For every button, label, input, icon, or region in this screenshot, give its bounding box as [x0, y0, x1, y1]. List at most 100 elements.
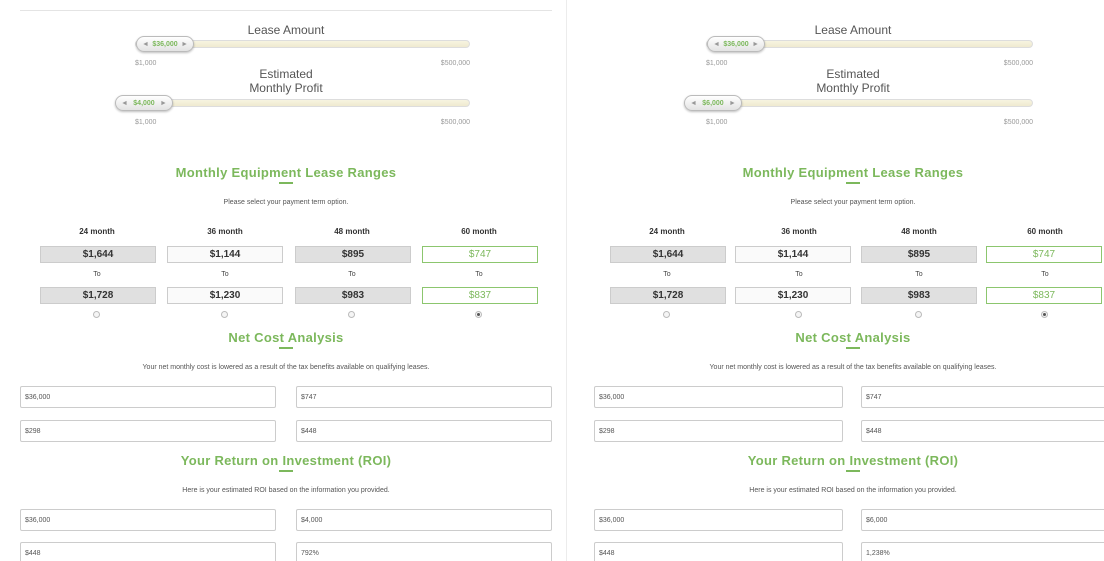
arrow-right-icon: ►: [160, 99, 167, 107]
lease-amount-title: Lease Amount: [814, 23, 892, 37]
to-label: To: [348, 271, 356, 278]
calculator-panel-right: Lease Amount ◄ $36,000 ► $1,000 $500,000 Estim…: [566, 0, 1104, 561]
monthly_profit-slider-value: $6,000: [702, 99, 724, 107]
lease_amount-min-label: $1,000: [135, 60, 157, 67]
range-low-value[interactable]: $895: [295, 246, 411, 263]
term-radio[interactable]: [915, 311, 922, 318]
net-cost-subtitle: Your net monthly cost is lowered as a re…: [709, 364, 997, 371]
term-radio[interactable]: [348, 311, 355, 318]
lease-ranges-subtitle: Please select your payment term option.: [223, 199, 349, 206]
net-cost-underline: [279, 347, 293, 349]
range-low-value[interactable]: $1,144: [735, 246, 851, 263]
term-radio[interactable]: [1041, 311, 1048, 318]
monthly_profit-slider-value: $4,000: [133, 99, 155, 107]
term-radio[interactable]: [795, 311, 802, 318]
roi-title: Your Return on Investment (ROI): [180, 453, 392, 468]
monthly-profit-title-line1: Estimated: [259, 67, 313, 81]
range-low-value[interactable]: $1,644: [610, 246, 726, 263]
monthly_profit-slider-handle[interactable]: ◄ $4,000 ►: [115, 95, 173, 111]
range-high-value[interactable]: $837: [422, 287, 538, 304]
to-label: To: [663, 271, 671, 278]
roi-underline: [279, 470, 293, 472]
roi-field[interactable]: [20, 542, 276, 561]
range-high-value[interactable]: $1,230: [735, 287, 851, 304]
net-cost-underline: [846, 347, 860, 349]
arrow-left-icon: ◄: [142, 40, 149, 48]
net-cost-field[interactable]: [594, 420, 843, 442]
term-header: 24 month: [649, 227, 685, 236]
arrow-right-icon: ►: [729, 99, 736, 107]
net-cost-field[interactable]: [20, 420, 276, 442]
lease_amount-slider-value: $36,000: [152, 40, 178, 48]
term-header: 60 month: [1027, 227, 1063, 236]
arrow-right-icon: ►: [752, 40, 759, 48]
roi-field[interactable]: [20, 509, 276, 531]
to-label: To: [915, 271, 923, 278]
monthly-profit-title-line2: Monthly Profit: [816, 81, 890, 95]
net-cost-field[interactable]: [861, 420, 1104, 442]
roi-field[interactable]: [861, 542, 1104, 561]
term-header: 36 month: [207, 227, 243, 236]
range-high-value[interactable]: $983: [861, 287, 977, 304]
lease-ranges-underline: [846, 182, 860, 184]
roi-title: Your Return on Investment (ROI): [747, 453, 959, 468]
arrow-left-icon: ◄: [121, 99, 128, 107]
range-low-value[interactable]: $747: [422, 246, 538, 263]
net-cost-field[interactable]: [20, 386, 276, 408]
roi-field[interactable]: [296, 542, 552, 561]
lease_amount-max-label: $500,000: [440, 60, 470, 67]
monthly_profit-min-label: $1,000: [135, 119, 157, 126]
lease_amount-slider-handle[interactable]: ◄ $36,000 ►: [136, 36, 194, 52]
lease-ranges-underline: [279, 182, 293, 184]
monthly_profit-min-label: $1,000: [706, 119, 728, 126]
net-cost-field[interactable]: [296, 420, 552, 442]
net-cost-field[interactable]: [861, 386, 1104, 408]
range-high-value[interactable]: $837: [986, 287, 1102, 304]
range-high-value[interactable]: $1,728: [610, 287, 726, 304]
monthly-profit-title-line1: Estimated: [826, 67, 880, 81]
range-low-value[interactable]: $895: [861, 246, 977, 263]
term-header: 24 month: [79, 227, 115, 236]
roi-field[interactable]: [296, 509, 552, 531]
calculator-panel-left: Lease Amount ◄ $36,000 ► $1,000 $500,000 Estim…: [0, 0, 566, 561]
net-cost-subtitle: Your net monthly cost is lowered as a re…: [142, 364, 430, 371]
arrow-right-icon: ►: [181, 40, 188, 48]
net-cost-field[interactable]: [296, 386, 552, 408]
term-header: 48 month: [901, 227, 937, 236]
roi-field[interactable]: [861, 509, 1104, 531]
term-radio[interactable]: [93, 311, 100, 318]
lease-amount-title: Lease Amount: [247, 23, 325, 37]
to-label: To: [221, 271, 229, 278]
roi-underline: [846, 470, 860, 472]
range-low-value[interactable]: $747: [986, 246, 1102, 263]
term-header: 60 month: [461, 227, 497, 236]
to-label: To: [1041, 271, 1049, 278]
net-cost-title: Net Cost Analysis: [795, 330, 911, 345]
lease-ranges-subtitle: Please select your payment term option.: [790, 199, 916, 206]
monthly_profit-max-label: $500,000: [1003, 119, 1033, 126]
lease_amount-slider-value: $36,000: [723, 40, 749, 48]
net-cost-field[interactable]: [594, 386, 843, 408]
lease_amount-slider-handle[interactable]: ◄ $36,000 ►: [707, 36, 765, 52]
top-divider: [20, 10, 552, 11]
range-high-value[interactable]: $983: [295, 287, 411, 304]
range-low-value[interactable]: $1,644: [40, 246, 156, 263]
term-radio[interactable]: [663, 311, 670, 318]
term-header: 36 month: [781, 227, 817, 236]
roi-subtitle: Here is your estimated ROI based on the …: [182, 487, 390, 494]
monthly_profit-max-label: $500,000: [440, 119, 470, 126]
term-radio[interactable]: [221, 311, 228, 318]
monthly-profit-title-line2: Monthly Profit: [249, 81, 323, 95]
lease-ranges-title: Monthly Equipment Lease Ranges: [742, 165, 964, 180]
range-low-value[interactable]: $1,144: [167, 246, 283, 263]
range-high-value[interactable]: $1,728: [40, 287, 156, 304]
range-high-value[interactable]: $1,230: [167, 287, 283, 304]
arrow-left-icon: ◄: [690, 99, 697, 107]
roi-field[interactable]: [594, 542, 843, 561]
monthly_profit-slider-handle[interactable]: ◄ $6,000 ►: [684, 95, 742, 111]
net-cost-title: Net Cost Analysis: [228, 330, 344, 345]
to-label: To: [795, 271, 803, 278]
term-header: 48 month: [334, 227, 370, 236]
roi-field[interactable]: [594, 509, 843, 531]
term-radio[interactable]: [475, 311, 482, 318]
